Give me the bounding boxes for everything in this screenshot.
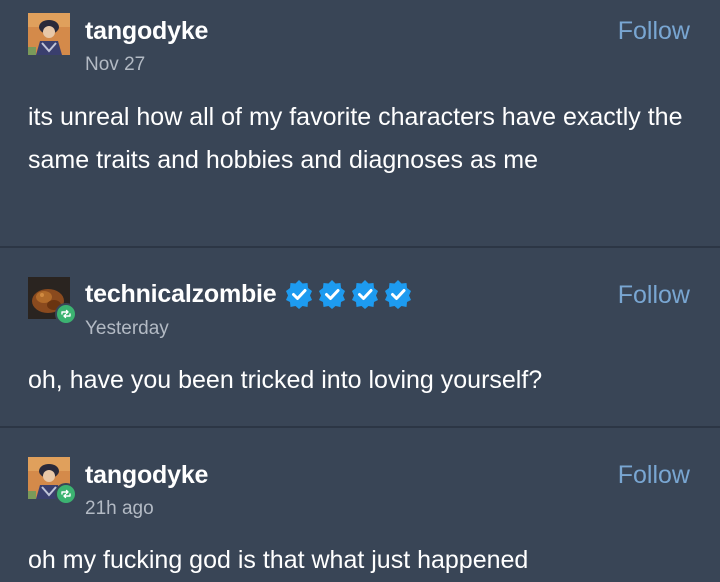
verified-badge-icon bbox=[318, 280, 345, 309]
post-3: tangodyke 21h ago Follow oh my fucking g… bbox=[0, 428, 720, 577]
username-text[interactable]: technicalzombie bbox=[85, 280, 277, 309]
reblog-badge bbox=[55, 303, 77, 325]
post-body: its unreal how all of my favorite charac… bbox=[28, 103, 683, 174]
verified-badges bbox=[284, 279, 413, 309]
reblog-badge bbox=[55, 483, 77, 505]
follow-button[interactable]: Follow bbox=[618, 281, 690, 310]
username-text[interactable]: tangodyke bbox=[85, 17, 208, 46]
timestamp[interactable]: Nov 27 bbox=[85, 54, 145, 76]
username[interactable]: tangodyke bbox=[85, 461, 208, 490]
username-text[interactable]: tangodyke bbox=[85, 461, 208, 490]
verified-badge-icon bbox=[351, 280, 378, 309]
post-body: oh, have you been tricked into loving yo… bbox=[28, 366, 543, 394]
reblog-icon bbox=[61, 309, 71, 319]
username[interactable]: technicalzombie bbox=[85, 279, 413, 309]
follow-button[interactable]: Follow bbox=[618, 17, 690, 46]
avatar-tangodyke[interactable] bbox=[28, 13, 70, 55]
verified-badge-icon bbox=[384, 280, 411, 309]
follow-button[interactable]: Follow bbox=[618, 461, 690, 490]
timestamp[interactable]: 21h ago bbox=[85, 498, 154, 520]
post-1: tangodyke Nov 27 Follow its unreal how a… bbox=[0, 0, 720, 248]
reblog-icon bbox=[61, 489, 71, 499]
timestamp[interactable]: Yesterday bbox=[85, 318, 169, 340]
username[interactable]: tangodyke bbox=[85, 17, 208, 46]
post-body: oh my fucking god is that what just happ… bbox=[28, 546, 529, 574]
verified-badge-icon bbox=[285, 280, 312, 309]
post-2: technicalzombie Yesterday Follow oh, hav… bbox=[0, 248, 720, 428]
